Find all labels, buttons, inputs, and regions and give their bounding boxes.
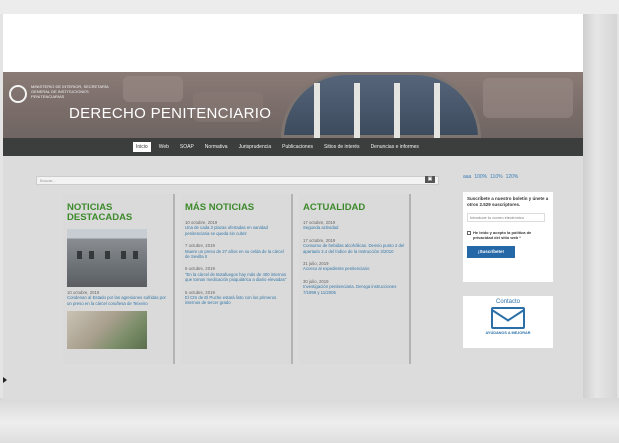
column-title: MÁS NOTICIAS <box>185 202 255 213</box>
zoom-prefix[interactable]: aaa <box>463 174 471 180</box>
backdrop-top <box>0 0 619 14</box>
news-link[interactable]: El CIS de El Puche estará listo con los … <box>185 295 287 306</box>
news-link[interactable]: Una de cada 3 plazas ofertadas en sanida… <box>185 225 287 236</box>
subscribe-button[interactable]: ¡Suscríbete! <box>467 246 515 258</box>
building-window <box>89 251 94 259</box>
window-bar <box>354 83 360 138</box>
stone-texture <box>483 78 573 118</box>
window-bar <box>314 83 320 138</box>
news-item[interactable]: 6 octubre, 2019 "En la cárcel de Botafue… <box>185 266 287 282</box>
building-window <box>121 251 126 259</box>
envelope-icon[interactable] <box>491 307 525 329</box>
coat-of-arms-icon[interactable] <box>9 85 27 103</box>
second-news-photo[interactable] <box>67 311 147 350</box>
news-item[interactable]: 10 octubre, 2019 Condenan al Estado por … <box>67 290 169 306</box>
column-title: NOTICIAS DESTACADAS <box>67 202 133 223</box>
zoom-option-110[interactable]: 110% <box>490 174 502 180</box>
privacy-consent: He leído y acepto la política de privaci… <box>467 230 549 240</box>
nav-item-web[interactable]: Web <box>156 142 172 152</box>
site-title[interactable]: DERECHO PENITENCIARIO <box>69 105 271 122</box>
zoom-option-100[interactable]: 100% <box>474 174 487 180</box>
logo-text: Ministerio de Interior, Secretaría Gener… <box>31 84 109 99</box>
featured-news-photo[interactable] <box>67 229 147 287</box>
site-header: Ministerio de Interior, Secretaría Gener… <box>3 72 583 138</box>
column-title: ACTUALIDAD <box>303 202 366 213</box>
privacy-label: He leído y acepto la política de privaci… <box>473 230 532 240</box>
carousel-arrow-icon[interactable] <box>3 377 7 383</box>
search-input[interactable]: Buscar... <box>36 176 439 185</box>
news-link[interactable]: Consumo de bebidas alcohólicas. Desvío p… <box>303 243 405 254</box>
backdrop-bottom <box>0 398 619 443</box>
news-link[interactable]: Segunda actividad <box>303 225 405 230</box>
nav-item-sitios-de-interes[interactable]: Sitios de interés <box>321 142 363 152</box>
backdrop-right <box>583 14 617 414</box>
news-link[interactable]: "En la cárcel de Botafuegos hay más de 4… <box>185 272 287 283</box>
window-bar <box>434 83 440 138</box>
newsletter-widget: Suscríbete a nuestro boletín y únete a o… <box>463 192 553 282</box>
browser-viewport: Ministerio de Interior, Secretaría Gener… <box>3 14 583 400</box>
news-item[interactable]: 30 julio, 2019 Investigación penitenciar… <box>303 279 405 295</box>
nav-item-publicaciones[interactable]: Publicaciones <box>279 142 316 152</box>
text-zoom-controls: aaa 100% 110% 120% <box>463 174 518 180</box>
zoom-option-120[interactable]: 120% <box>506 174 519 180</box>
news-item[interactable]: 31 julio, 2019 Acceso al expediente peni… <box>303 261 405 272</box>
actualidad-column: ACTUALIDAD 17 octubre, 2019 Segunda acti… <box>299 194 411 364</box>
stone-texture <box>123 76 183 102</box>
noticias-destacadas-column: NOTICIAS DESTACADAS 10 octubre, 2019 Con… <box>63 194 175 364</box>
email-field[interactable]: Introduce tu correo electrónico <box>467 213 545 222</box>
window-bar <box>394 83 400 138</box>
barred-window-image <box>281 72 481 138</box>
building-window <box>133 251 138 259</box>
search-icon[interactable]: ▣ <box>425 176 435 183</box>
nav-item-denuncias-e-informes[interactable]: Denuncias e informes <box>368 142 422 152</box>
news-item[interactable]: 17 octubre, 2019 Segunda actividad <box>303 220 405 231</box>
news-item[interactable]: 5 octubre, 2019 El CIS de El Puche estar… <box>185 290 287 306</box>
main-navigation: Inicio Web SOAP Normativa Jurisprudencia… <box>3 138 583 156</box>
building-window <box>105 251 110 259</box>
nav-item-normativa[interactable]: Normativa <box>202 142 231 152</box>
news-link[interactable]: Investigación penitenciaria. Deroga inst… <box>303 284 405 295</box>
news-item[interactable]: 17 octubre, 2019 Consumo de bebidas alco… <box>303 238 405 254</box>
newsletter-title: Suscríbete a nuestro boletín y únete a o… <box>467 196 549 207</box>
contact-widget[interactable]: Contacto AYÚDANOS A MEJORAR <box>463 296 553 348</box>
nav-item-inicio[interactable]: Inicio <box>133 142 151 152</box>
privacy-checkbox[interactable] <box>467 231 471 235</box>
news-link[interactable]: Acceso al expediente penitenciario <box>303 266 405 271</box>
main-content: Buscar... ▣ aaa 100% 110% 120% NOTICIAS … <box>3 156 583 400</box>
news-link[interactable]: Muere un preso de 27 años en su celda de… <box>185 249 287 260</box>
contact-subtitle: AYÚDANOS A MEJORAR <box>485 331 531 335</box>
mas-noticias-column: MÁS NOTICIAS 10 octubre, 2019 Una de cad… <box>181 194 293 364</box>
contact-title: Contacto <box>495 299 520 305</box>
nav-item-soap[interactable]: SOAP <box>177 142 197 152</box>
news-item[interactable]: 7 octubre, 2019 Muere un preso de 27 año… <box>185 243 287 259</box>
news-link[interactable]: Condenan al Estado por las agresiones su… <box>67 295 169 306</box>
nav-item-jurisprudencia[interactable]: Jurisprudencia <box>236 142 275 152</box>
building-window <box>77 251 82 259</box>
news-item[interactable]: 10 octubre, 2019 Una de cada 3 plazas of… <box>185 220 287 236</box>
